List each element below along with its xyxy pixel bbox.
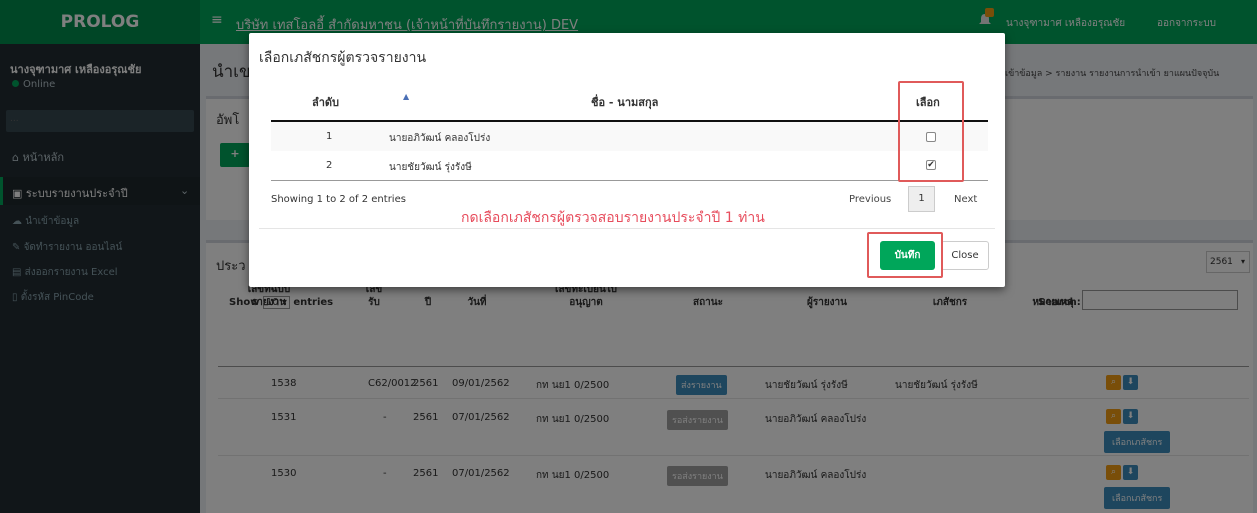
pharmacist-modal: เลือกเภสัชกรผู้ตรวจรายงาน ลำดับ ▲ ชื่อ -… [249, 33, 1005, 287]
modal-table-row: 2 นายชัยวัฒน์ รุ่งรังษี ✔ [271, 151, 988, 180]
modal-cell-no: 2 [326, 160, 333, 171]
pagination-page-1[interactable]: 1 [908, 186, 935, 212]
modal-table-row: 1 นายอภิวัฒน์ คลองโปร่ง [271, 122, 988, 151]
close-button[interactable]: Close [941, 241, 989, 270]
modal-cell-name: นายชัยวัฒน์ รุ่งรังษี [389, 162, 472, 173]
modal-table-bottom-line [271, 180, 988, 181]
modal-title: เลือกเภสัชกรผู้ตรวจรายงาน [259, 50, 427, 66]
modal-footer-line [259, 228, 995, 229]
modal-cell-name: นายอภิวัฒน์ คลองโปร่ง [389, 133, 491, 144]
modal-col-no[interactable]: ลำดับ [312, 93, 339, 111]
pagination-previous[interactable]: Previous [849, 194, 891, 205]
pagination-next[interactable]: Next [954, 194, 977, 205]
modal-cell-no: 1 [326, 131, 333, 142]
modal-col-name[interactable]: ชื่อ - นามสกุล [591, 93, 658, 111]
modal-entries-info: Showing 1 to 2 of 2 entries [271, 194, 406, 205]
sort-asc-icon: ▲ [403, 92, 410, 101]
instruction-note: กดเลือกเภสัชกรผู้ตรวจสอบรายงานประจำปี 1 … [461, 210, 765, 226]
highlight-save-button [867, 232, 943, 278]
highlight-select-column [898, 81, 964, 182]
